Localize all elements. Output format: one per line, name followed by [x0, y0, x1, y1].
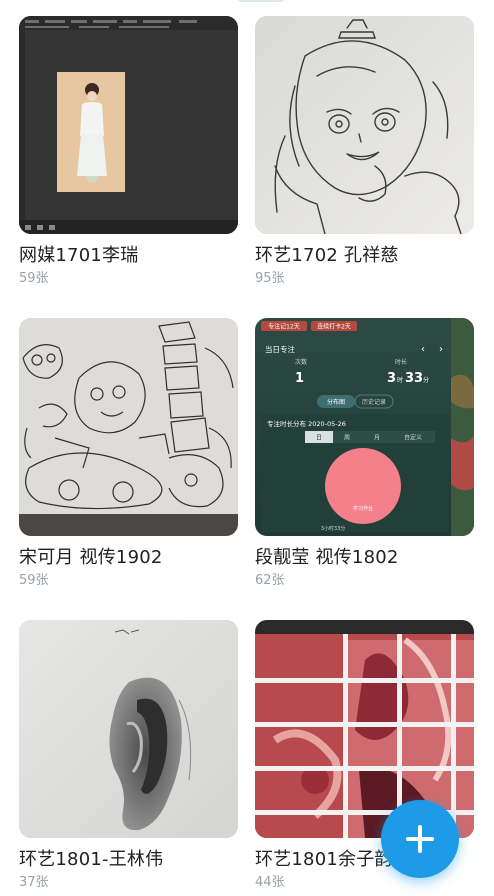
tab-distribution: 分布图	[327, 398, 345, 406]
album-thumbnail[interactable]	[19, 16, 238, 234]
album-count: 59张	[19, 271, 49, 286]
album-thumbnail[interactable]: 专注记12天 连续打卡2天 当日专注 ‹ › 次数 时长 1 3 时 33 分 …	[255, 318, 474, 536]
focus-duration-label: 时长	[395, 358, 407, 366]
album-count: 44张	[255, 875, 285, 890]
focus-duration-hours: 3	[387, 371, 396, 386]
album-title: 环艺1702 孔祥慈	[255, 245, 399, 266]
pie-label: 学习作业	[353, 505, 373, 512]
focus-distribution-title: 专注时长分布 2020-05-26	[267, 419, 346, 428]
album-count: 59张	[19, 573, 49, 588]
next-arrow-icon: ›	[439, 344, 443, 355]
pie-total: 3小时33分	[321, 525, 346, 532]
period-week: 周	[344, 435, 350, 442]
album-count: 62张	[255, 573, 285, 588]
album-card[interactable]: 宋可月 视传1902 59张	[19, 318, 238, 590]
album-title: 宋可月 视传1902	[19, 547, 163, 568]
album-title: 环艺1801-王林伟	[19, 849, 164, 870]
focus-times-value: 1	[295, 371, 304, 386]
focus-duration-minute-unit: 分	[423, 376, 429, 384]
focus-today-label: 当日专注	[265, 344, 295, 354]
album-title: 网媒1701李瑞	[19, 245, 139, 266]
album-count: 95张	[255, 271, 285, 286]
album-card[interactable]: 网媒1701李瑞 59张	[19, 16, 238, 288]
album-card[interactable]: 环艺1702 孔祥慈 95张	[255, 16, 474, 288]
album-thumbnail[interactable]	[19, 620, 238, 838]
album-thumbnail[interactable]	[255, 16, 474, 234]
prev-arrow-icon: ‹	[421, 344, 425, 355]
album-title: 段靓莹 视传1802	[255, 547, 399, 568]
focus-badge-days: 专注记12天	[268, 323, 300, 331]
album-grid: 网媒1701李瑞 59张 环艺1702 孔祥慈 95张 宋可月 视传1902 5…	[0, 0, 494, 896]
focus-times-label: 次数	[295, 358, 307, 366]
add-album-button[interactable]	[381, 800, 459, 878]
plus-icon	[403, 822, 437, 856]
period-month: 月	[374, 435, 380, 442]
album-card[interactable]: 环艺1801-王林伟 37张	[19, 620, 238, 892]
tab-history: 历史记录	[362, 398, 386, 406]
period-day: 日	[316, 435, 322, 442]
focus-duration-hour-unit: 时	[397, 376, 403, 384]
focus-pie-chart	[325, 448, 401, 524]
period-custom: 自定义	[404, 434, 422, 442]
focus-badge-streak: 连续打卡2天	[317, 323, 351, 331]
album-thumbnail[interactable]	[19, 318, 238, 536]
album-card[interactable]: 专注记12天 连续打卡2天 当日专注 ‹ › 次数 时长 1 3 时 33 分 …	[255, 318, 474, 590]
focus-duration-minutes: 33	[405, 371, 423, 386]
album-count: 37张	[19, 875, 49, 890]
